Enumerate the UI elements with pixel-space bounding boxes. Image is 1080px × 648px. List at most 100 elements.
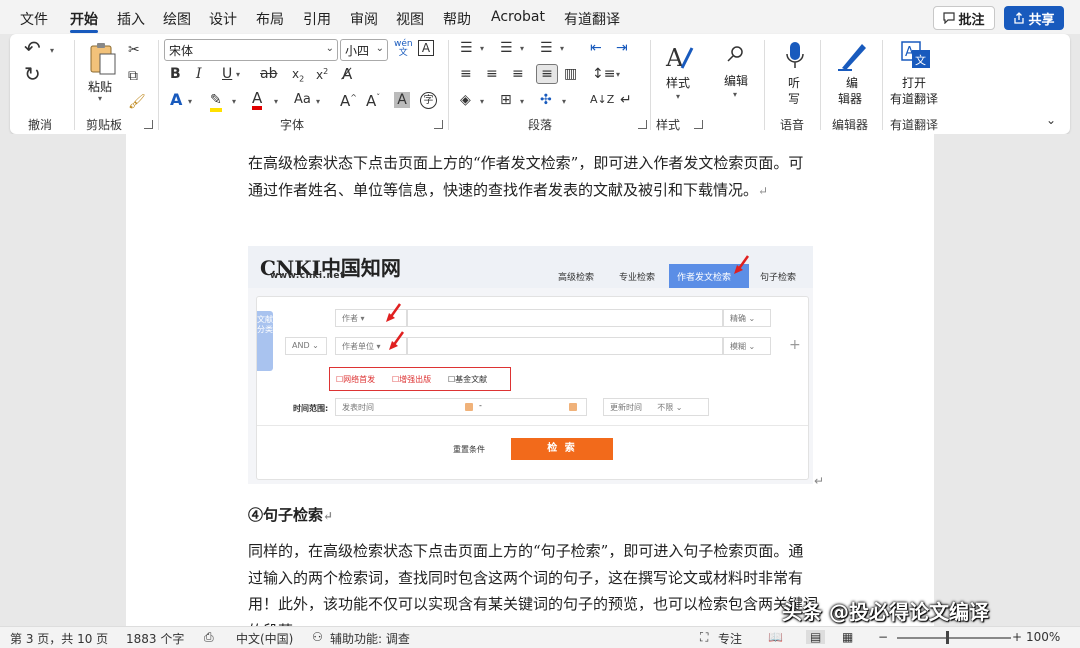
text-effects-icon[interactable]: A [170,92,182,108]
chevron-down-icon[interactable]: ▾ [480,44,484,53]
menu-draw[interactable]: 绘图 [163,9,191,29]
chevron-down-icon[interactable]: ▾ [480,97,484,106]
chevron-down-icon[interactable]: ▾ [236,70,240,79]
chevron-down-icon[interactable]: ▾ [188,97,192,106]
italic-icon[interactable]: I [196,66,202,82]
redo-icon[interactable]: ↻ [24,64,41,84]
cnki-screenshot-image[interactable]: CNKI中国知网 www.cnki.net 高级检索 专业检索 作者发文检索 句… [248,246,813,484]
chevron-down-icon[interactable]: ▾ [98,94,102,103]
strikethrough-icon[interactable]: ab [260,66,277,82]
chevron-down-icon[interactable]: ▾ [676,92,680,101]
phonetic-guide-icon[interactable]: wén 文 [394,40,413,58]
proofing-icon[interactable]: ⎙ [204,630,214,645]
chevron-down-icon[interactable]: ▾ [562,97,566,106]
chevron-down-icon[interactable]: ▾ [733,90,737,99]
sort-icon[interactable]: A↓Z [590,92,614,108]
editor-icon[interactable] [836,40,868,72]
paste-icon[interactable] [88,42,118,76]
paragraph-1[interactable]: 在高级检索状态下点击页面上方的“作者发文检索”，即可进入作者发文检索页面。可通过… [248,150,818,204]
multilevel-list-icon[interactable]: ☰ [540,40,553,56]
microphone-icon[interactable] [784,40,806,72]
page-count[interactable]: 第 3 页，共 10 页 [10,630,108,647]
translate-icon[interactable]: A 文 [900,40,932,70]
menu-layout[interactable]: 布局 [256,9,284,29]
chevron-down-icon[interactable]: ▾ [560,44,564,53]
shrink-font-icon[interactable]: Aˇ [366,90,380,109]
print-layout-icon[interactable]: ▤ [806,630,826,644]
increase-indent-icon[interactable]: ⇥ [616,40,628,56]
paragraph-2[interactable]: 同样的，在高级检索状态下点击页面上方的“句子检索”，即可进入句子检索页面。通过输… [248,538,818,626]
show-marks-icon[interactable]: ↵ [620,92,632,108]
distributed-icon[interactable]: ▥ [564,66,577,82]
zoom-out-icon[interactable]: − [878,630,888,644]
chevron-down-icon[interactable]: ▾ [316,97,320,106]
menu-insert[interactable]: 插入 [117,9,145,29]
font-color-icon[interactable]: A [252,90,263,110]
chevron-down-icon[interactable]: ▾ [616,70,620,79]
menu-review[interactable]: 审阅 [350,9,378,29]
decrease-indent-icon[interactable]: ⇤ [590,40,602,56]
paragraph-launcher-icon[interactable] [638,120,647,129]
chevron-down-icon[interactable]: ▾ [232,97,236,106]
cut-icon[interactable]: ✂ [128,42,140,58]
bullets-icon[interactable]: ☰ [460,40,473,56]
share-button[interactable]: 共享 [1004,6,1064,30]
bold-icon[interactable]: B [170,66,181,82]
borders-icon[interactable]: ⊞ [500,92,512,108]
menu-references[interactable]: 引用 [303,9,331,29]
shading-icon[interactable]: ◈ [460,92,471,108]
change-case-icon[interactable]: Aa [294,92,311,108]
language-status[interactable]: 中文(中国) [236,630,293,647]
chevron-down-icon[interactable]: ▾ [274,97,278,106]
subscript-icon[interactable]: x2 [292,66,304,87]
justify-icon[interactable]: ≡ [536,64,558,84]
styles-launcher-icon[interactable] [694,120,703,129]
enclose-characters-icon[interactable]: 字 [420,92,437,109]
format-painter-icon[interactable]: 🖌 [128,94,146,110]
zoom-in-icon[interactable]: + [1012,630,1022,644]
menu-acrobat[interactable]: Acrobat [491,9,545,25]
search-icon[interactable] [726,44,746,64]
read-mode-icon[interactable]: 📖 [768,630,783,644]
character-shading-icon[interactable]: A [394,92,410,108]
clear-formatting-icon[interactable]: A̸ [342,66,352,82]
align-right-icon[interactable]: ≡ [512,66,524,82]
accessibility-status[interactable]: 辅助功能: 调查 [330,630,410,647]
line-spacing-icon[interactable]: ↕≡ [592,66,615,82]
menu-view[interactable]: 视图 [396,9,424,29]
menu-file[interactable]: 文件 [20,9,48,29]
font-launcher-icon[interactable] [434,120,443,129]
menu-design[interactable]: 设计 [209,9,237,29]
comment-button[interactable]: 批注 [933,6,995,30]
copy-icon[interactable]: ⧉ [128,68,138,84]
zoom-slider[interactable] [897,637,1011,639]
zoom-level[interactable]: 100% [1026,630,1060,644]
chevron-down-icon[interactable]: ▾ [520,97,524,106]
align-center-icon[interactable]: ≡ [486,66,498,82]
collapse-ribbon-icon[interactable]: ⌄ [1046,112,1056,128]
styles-icon[interactable]: A [664,42,694,72]
word-count[interactable]: 1883 个字 [126,630,184,647]
align-left-icon[interactable]: ≡ [460,66,472,82]
chevron-down-icon[interactable]: ▾ [50,46,54,55]
font-name-select[interactable]: 宋体 ⌄ [164,39,338,61]
chevron-down-icon[interactable]: ▾ [520,44,524,53]
menu-youdao[interactable]: 有道翻译 [564,9,620,29]
undo-icon[interactable]: ↶ [24,38,41,58]
web-layout-icon[interactable]: ▦ [842,630,853,644]
menu-help[interactable]: 帮助 [443,9,471,29]
grow-font-icon[interactable]: A^ [340,90,357,109]
menu-home[interactable]: 开始 [70,9,98,29]
character-border-icon[interactable]: A [418,40,434,56]
numbering-icon[interactable]: ☰ [500,40,513,56]
font-size-select[interactable]: 小四 ⌄ [340,39,388,61]
focus-button[interactable]: 专注 [718,630,742,647]
superscript-icon[interactable]: x2 [316,64,328,83]
highlight-icon[interactable]: ✎ [210,92,222,112]
clipboard-launcher-icon[interactable] [144,120,153,129]
comment-icon [943,12,956,24]
zoom-slider-thumb[interactable] [946,631,949,644]
asian-layout-icon[interactable]: ✣ [540,92,552,108]
section-heading[interactable]: ④句子检索↵ [248,504,333,525]
underline-icon[interactable]: U [222,66,232,82]
